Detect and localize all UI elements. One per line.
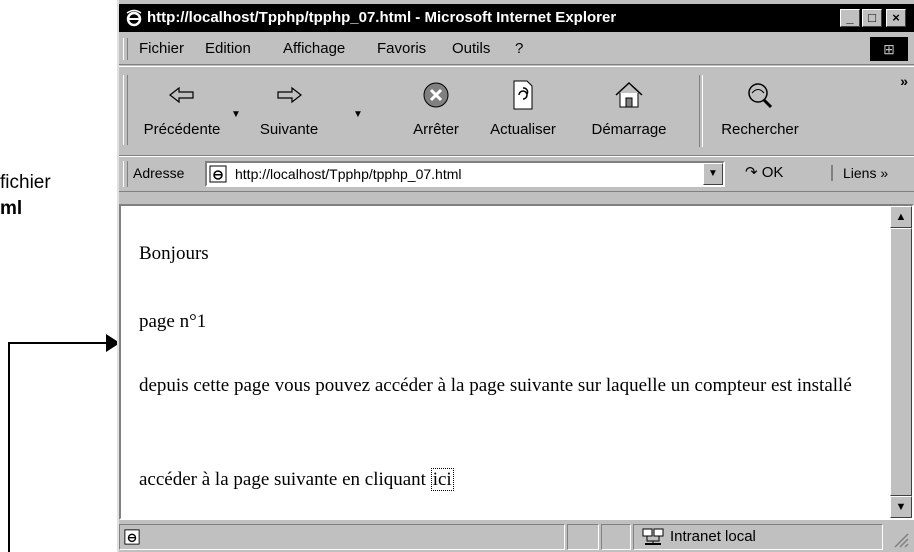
intranet-icon <box>642 528 664 545</box>
go-button[interactable]: ↷ OK <box>745 163 783 181</box>
home-label: Démarrage <box>591 121 667 138</box>
menu-grip <box>123 38 128 60</box>
menu-outils[interactable]: Outils <box>452 40 490 57</box>
scroll-up-button[interactable]: ▲ <box>890 206 912 228</box>
address-dropdown-icon[interactable]: ▼ <box>703 163 723 185</box>
page-link-line: accéder à la page suivante en cliquant i… <box>139 466 879 493</box>
status-main-panel <box>119 524 565 550</box>
window-title: http://localhost/Tpphp/tpphp_07.html - M… <box>147 9 617 26</box>
annotation-text-1: fichier <box>0 172 51 193</box>
stop-label: Arrêter <box>413 121 459 138</box>
forward-arrow-icon <box>277 86 302 104</box>
back-arrow-icon <box>169 86 194 104</box>
search-icon <box>748 83 773 109</box>
menu-affichage[interactable]: Affichage <box>283 40 345 57</box>
page-link-text: accéder à la page suivante en cliquant <box>139 469 426 490</box>
go-label: OK <box>761 164 784 181</box>
address-grip <box>123 161 128 187</box>
back-button[interactable]: Précédente <box>137 77 227 138</box>
address-url: http://localhost/Tpphp/tpphp_07.html <box>235 166 462 182</box>
back-dropdown-icon[interactable]: ▼ <box>231 109 241 120</box>
scroll-down-button[interactable]: ▼ <box>890 496 912 518</box>
menu-edition[interactable]: Edition <box>205 40 251 57</box>
ie-logo-icon <box>126 9 142 27</box>
status-panel-3 <box>601 524 631 550</box>
close-button[interactable]: × <box>886 9 906 27</box>
go-arrow-icon: ↷ <box>745 164 758 181</box>
ici-link[interactable]: ici <box>430 468 454 491</box>
menu-fichier[interactable]: Fichier <box>139 40 184 57</box>
annotation-text-2: ml <box>0 198 23 219</box>
page-status-icon <box>124 529 140 545</box>
address-input[interactable]: http://localhost/Tpphp/tpphp_07.html ▼ <box>205 161 725 187</box>
stop-icon <box>423 82 449 108</box>
refresh-icon <box>513 80 533 110</box>
search-button[interactable]: Rechercher <box>707 77 813 138</box>
forward-label: Suivante <box>259 121 319 138</box>
windows-logo-icon: ⊞ <box>870 37 908 61</box>
search-label: Rechercher <box>721 121 799 138</box>
refresh-button[interactable]: Actualiser <box>483 77 563 138</box>
home-button[interactable]: Démarrage <box>583 77 675 138</box>
maximize-button[interactable]: □ <box>862 9 882 27</box>
toolbar-separator <box>699 75 703 147</box>
stop-button[interactable]: Arrêter <box>401 77 471 138</box>
menu-favoris[interactable]: Favoris <box>377 40 426 57</box>
page-content: Bonjours page n°1 depuis cette page vous… <box>119 204 914 520</box>
status-zone-text: Intranet local <box>670 528 756 545</box>
vertical-scrollbar[interactable]: ▲ ▼ <box>890 206 912 518</box>
refresh-label: Actualiser <box>490 121 556 138</box>
status-panel-2 <box>567 524 599 550</box>
title-bar[interactable]: http://localhost/Tpphp/tpphp_07.html - M… <box>119 4 914 32</box>
page-paragraph: depuis cette page vous pouvez accéder à … <box>139 375 852 396</box>
page-line-greeting: Bonjours <box>139 243 209 264</box>
minimize-button[interactable]: _ <box>840 9 860 27</box>
back-label: Précédente <box>143 121 221 138</box>
menu-bar: Fichier Edition Affichage Favoris Outils… <box>119 34 914 65</box>
page-icon <box>209 165 227 183</box>
forward-dropdown-icon[interactable]: ▼ <box>353 109 363 120</box>
resize-grip-icon[interactable] <box>889 528 909 548</box>
annotation-arrow-line <box>8 342 10 552</box>
home-icon <box>615 81 643 108</box>
address-label: Adresse <box>133 165 185 181</box>
standard-toolbar: Précédente ▼ Suivante ▼ Arrêter Actualis… <box>119 66 914 156</box>
annotation-arrow-line-horizontal <box>8 342 108 344</box>
page-line-number: page n°1 <box>139 311 207 332</box>
forward-button[interactable]: Suivante <box>247 77 331 138</box>
scroll-thumb[interactable] <box>890 228 912 496</box>
address-bar: Adresse http://localhost/Tpphp/tpphp_07.… <box>119 156 914 192</box>
menu-help[interactable]: ? <box>515 40 523 57</box>
status-bar: Intranet local <box>119 522 914 552</box>
links-button[interactable]: Liens » <box>831 165 888 181</box>
toolbar-grip <box>123 75 128 145</box>
status-zone-panel: Intranet local <box>633 524 883 550</box>
toolbar-more-button[interactable]: » <box>900 73 908 89</box>
browser-window: http://localhost/Tpphp/tpphp_07.html - M… <box>117 0 914 552</box>
